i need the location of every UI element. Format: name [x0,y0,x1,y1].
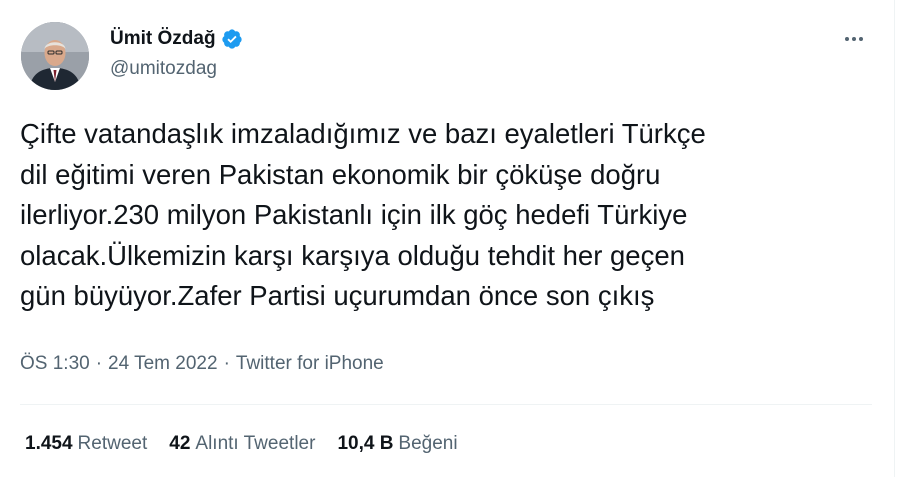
quote-tweet-count: 42 [169,433,191,454]
retweet-count: 1.454 [25,433,73,454]
like-count: 10,4 B [337,433,394,454]
tweet-date[interactable]: 24 Tem 2022 [108,351,218,377]
like-label: Beğeni [398,433,458,454]
verified-badge-icon [221,29,242,49]
quote-tweet-stat[interactable]: 42 Alıntı Tweetler [169,431,315,457]
author-display-name[interactable]: Ümit Özdağ [110,26,216,52]
more-horizontal-icon [845,37,863,41]
engagement-stats: 1.454 Retweet 42 Alıntı Tweetler 10,4 B … [25,431,480,457]
retweet-label: Retweet [77,433,148,454]
tweet-source[interactable]: Twitter for iPhone [236,351,384,377]
avatar[interactable] [21,22,89,90]
avatar-portrait [21,22,89,90]
more-options-button[interactable] [836,24,872,54]
retweet-stat[interactable]: 1.454 Retweet [25,431,147,457]
author-name-row[interactable]: Ümit Özdağ [110,26,243,52]
tweet-time[interactable]: ÖS 1:30 [20,351,90,377]
author-handle[interactable]: @umitozdag [110,57,217,81]
divider [20,404,872,405]
meta-separator: · [95,353,103,374]
tweet-text: Çifte vatandaşlık imzaladığımız ve bazı … [20,118,706,311]
tweet-card: Ümit Özdağ @umitozdag Çifte vatandaşlık … [0,0,916,477]
tweet-meta: ÖS 1:30 · 24 Tem 2022 · Twitter for iPho… [20,351,384,377]
meta-separator: · [223,353,230,374]
quote-tweet-label: Alıntı Tweetler [195,433,316,454]
timeline-border [894,0,895,477]
like-stat[interactable]: 10,4 B Beğeni [337,431,457,457]
